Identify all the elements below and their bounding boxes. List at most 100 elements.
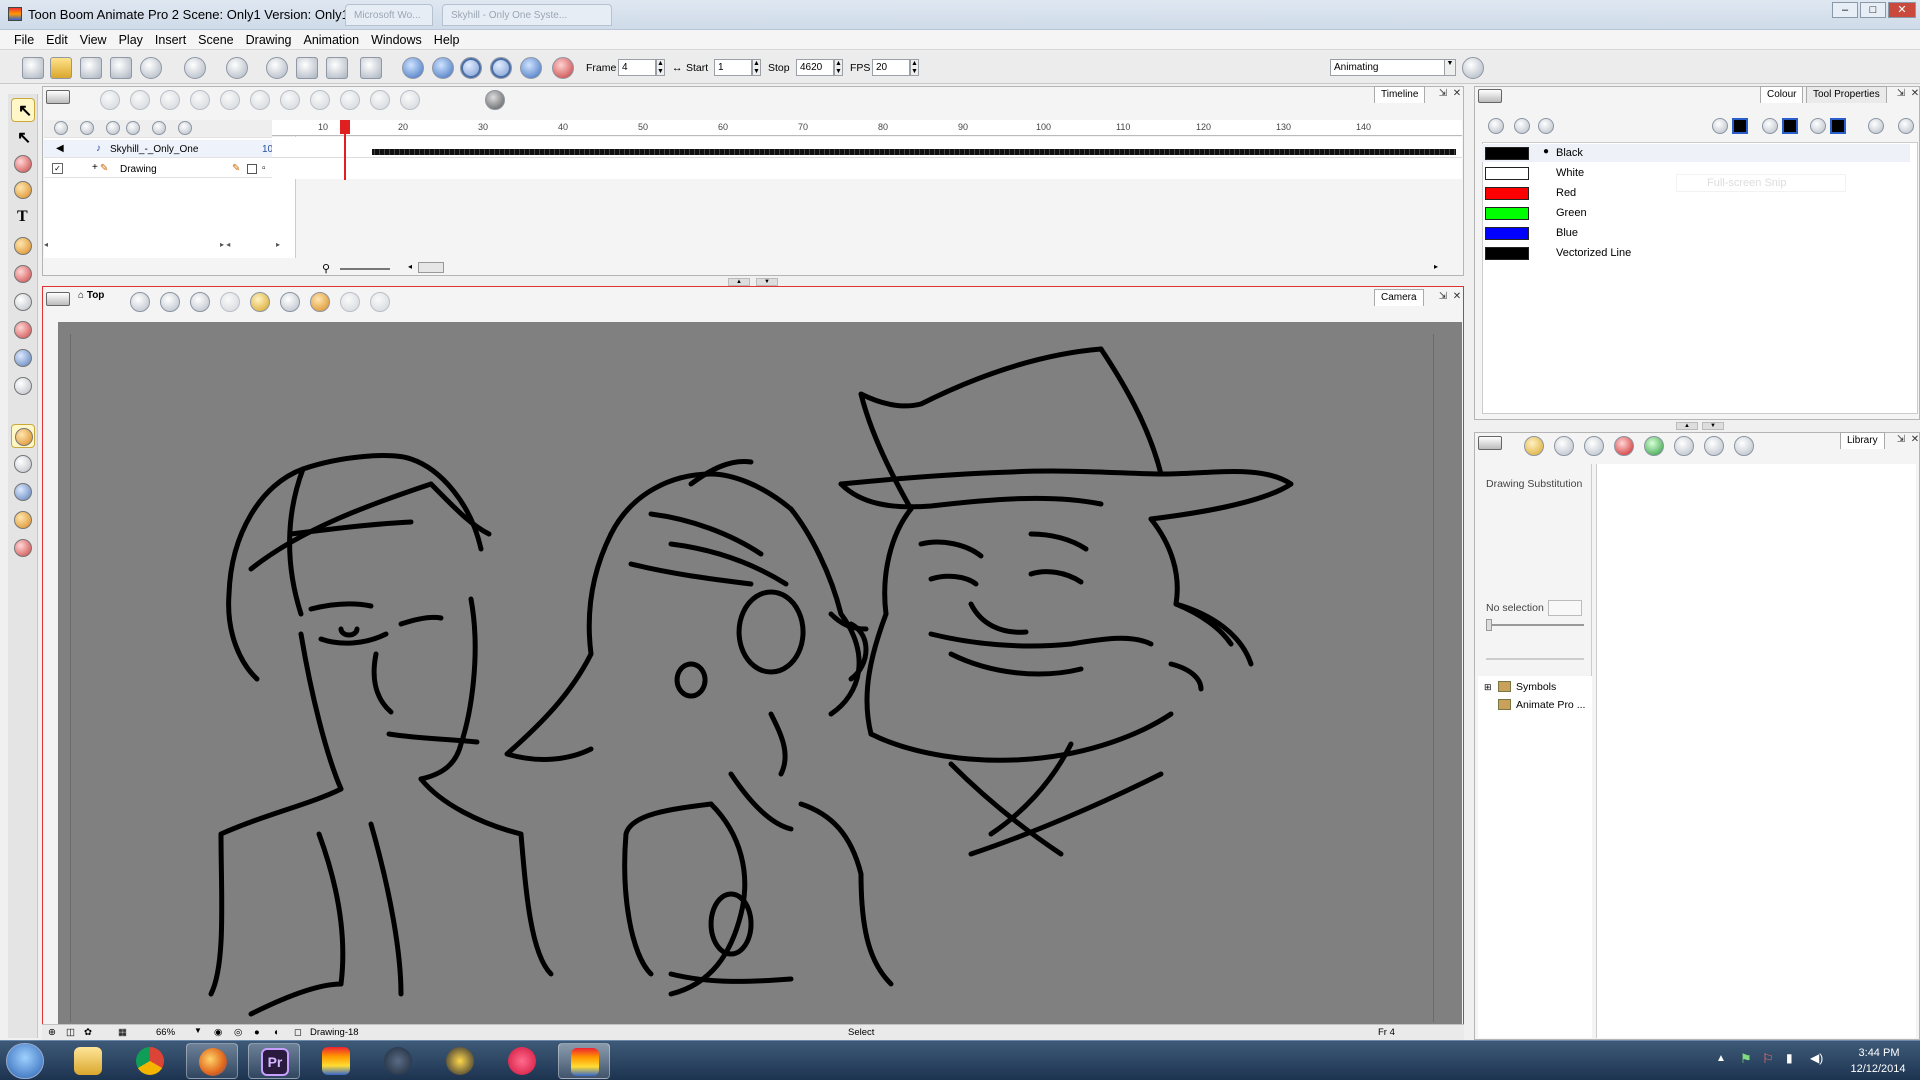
frame-stepper[interactable]: ▲ ▼ [656, 59, 665, 76]
slider-handle[interactable] [1486, 619, 1492, 631]
color-swatch-icon[interactable] [247, 164, 257, 174]
transform-tool-icon[interactable] [11, 452, 35, 476]
undo-icon[interactable] [184, 57, 206, 79]
timeline-zoom-icon[interactable]: ⚲ [322, 262, 330, 275]
substitution-slider[interactable] [1486, 624, 1584, 626]
taskbar-itunes[interactable] [496, 1043, 548, 1079]
outline-icon[interactable]: ◎ [234, 1027, 242, 1038]
folder-icon[interactable] [1524, 436, 1544, 456]
background-tab-1[interactable]: Microsoft Wo... [345, 4, 433, 26]
tab-camera[interactable]: Camera [1374, 289, 1424, 306]
expand-icon[interactable]: + [92, 162, 98, 173]
background-tab-2[interactable]: Skyhill - Only One Syste... [442, 4, 612, 26]
colour-style-icon[interactable] [1712, 118, 1728, 134]
paint-colour-icon[interactable] [1810, 118, 1826, 134]
new-template-icon[interactable] [1554, 436, 1574, 456]
taskbar-chrome[interactable] [124, 1043, 176, 1079]
save-icon[interactable] [80, 57, 102, 79]
tab-tool-properties[interactable]: Tool Properties [1806, 86, 1887, 103]
workspace-icon[interactable] [1462, 57, 1484, 79]
add-colour-icon[interactable] [1488, 118, 1504, 134]
menu-file[interactable]: File [8, 30, 40, 50]
drawing-canvas[interactable] [70, 334, 1434, 1022]
refresh-icon[interactable] [1644, 436, 1664, 456]
colour-name[interactable]: White [1556, 167, 1584, 179]
play-icon[interactable] [402, 57, 424, 79]
settings-icon[interactable] [1898, 118, 1914, 134]
cut-icon[interactable] [266, 57, 288, 79]
add-frames-icon[interactable] [250, 90, 270, 110]
contour-editor-icon[interactable]: ↖ [11, 126, 35, 150]
zoom-fit-icon[interactable]: ◫ [66, 1027, 75, 1038]
brush-tool-icon[interactable] [11, 152, 35, 176]
splitter-down-icon[interactable]: ▼ [756, 278, 778, 286]
play-sound-icon[interactable] [520, 57, 542, 79]
menu-insert[interactable]: Insert [149, 30, 192, 50]
colour-name[interactable]: Green [1556, 207, 1587, 219]
colour-swatch[interactable] [1485, 207, 1529, 220]
new-icon[interactable] [22, 57, 44, 79]
eraser-tool-icon[interactable] [11, 234, 35, 258]
add-layer-icon[interactable] [106, 121, 120, 135]
safe-area-icon[interactable] [190, 292, 210, 312]
layer-row[interactable]: ◀ ♪ Skyhill_-_Only_One 100% [44, 140, 294, 158]
save-all-icon[interactable] [110, 57, 132, 79]
layer-name[interactable]: Skyhill_-_Only_One [110, 144, 198, 155]
render-icon[interactable] [360, 57, 382, 79]
workspace-select[interactable]: Animating [1330, 59, 1456, 76]
panel-menu-icon[interactable] [1478, 436, 1502, 450]
ik-tool-icon[interactable] [11, 508, 35, 532]
menu-play[interactable]: Play [113, 30, 149, 50]
colour-swatch[interactable] [1485, 147, 1529, 160]
stop-field[interactable]: 4620 [796, 59, 834, 76]
reverse-icon[interactable] [370, 90, 390, 110]
taskbar-app[interactable] [434, 1043, 486, 1079]
taskbar-animate-pro[interactable] [310, 1043, 362, 1079]
hand-tool-icon[interactable] [11, 374, 35, 398]
zoom-level[interactable]: 66% [156, 1027, 175, 1038]
display-icon[interactable]: ▦ [118, 1027, 127, 1038]
lock-background-icon[interactable] [280, 292, 300, 312]
volume-icon[interactable]: ◀) [1810, 1051, 1823, 1065]
playhead-handle[interactable] [340, 120, 350, 134]
timeline-ruler[interactable]: 10 20 30 40 50 60 70 80 90 100 110 120 1… [272, 120, 1462, 136]
text-tool-icon[interactable]: T [11, 206, 35, 230]
taskbar-premiere[interactable]: Pr [248, 1043, 300, 1079]
onion-skin-icon[interactable] [485, 90, 505, 110]
speaker-icon[interactable]: ◀ [56, 143, 64, 154]
chevron-down-icon[interactable]: ▼ [194, 1026, 202, 1035]
rotate-icon[interactable]: ✿ [84, 1027, 92, 1038]
tab-timeline[interactable]: Timeline [1374, 86, 1426, 103]
colour-swatch[interactable] [1485, 247, 1529, 260]
pencil-preview-icon[interactable] [340, 292, 360, 312]
motion-keyframe-icon[interactable] [160, 90, 180, 110]
lock-icon[interactable] [250, 292, 270, 312]
lock-icon[interactable]: ▫ [262, 163, 266, 174]
layer-color-icon[interactable] [178, 121, 192, 135]
colour-swatch[interactable] [1485, 227, 1529, 240]
add-keyframe-icon[interactable] [100, 90, 120, 110]
show-all-icon[interactable] [54, 121, 68, 135]
copy-icon[interactable] [1584, 436, 1604, 456]
start-field[interactable]: 1 [714, 59, 752, 76]
field-guide-icon[interactable] [160, 292, 180, 312]
taskbar-animate-pro-active[interactable] [558, 1043, 610, 1079]
pencil-tool-icon[interactable] [11, 178, 35, 202]
colour-name[interactable]: Red [1556, 187, 1576, 199]
layer-scrollbar[interactable]: ◂ ▸ ◂ ▸ [44, 240, 294, 250]
tab-library[interactable]: Library [1840, 432, 1885, 449]
scene-settings-icon[interactable] [140, 57, 162, 79]
menu-windows[interactable]: Windows [365, 30, 428, 50]
grid-icon[interactable] [130, 292, 150, 312]
stop-stepper[interactable]: ▲ ▼ [834, 59, 843, 76]
light-table-icon[interactable] [220, 292, 240, 312]
panel-close-icon[interactable]: ✕ [1908, 434, 1920, 447]
open-icon[interactable] [50, 57, 72, 79]
grid-view-icon[interactable] [1674, 436, 1694, 456]
maximize-button[interactable]: □ [1860, 2, 1886, 18]
colour-swatch[interactable] [1485, 167, 1529, 180]
sound-icon[interactable] [460, 57, 482, 79]
taskbar-explorer[interactable] [62, 1043, 114, 1079]
panel-close-icon[interactable]: ✕ [1450, 291, 1464, 304]
panel-close-icon[interactable]: ✕ [1908, 88, 1920, 101]
